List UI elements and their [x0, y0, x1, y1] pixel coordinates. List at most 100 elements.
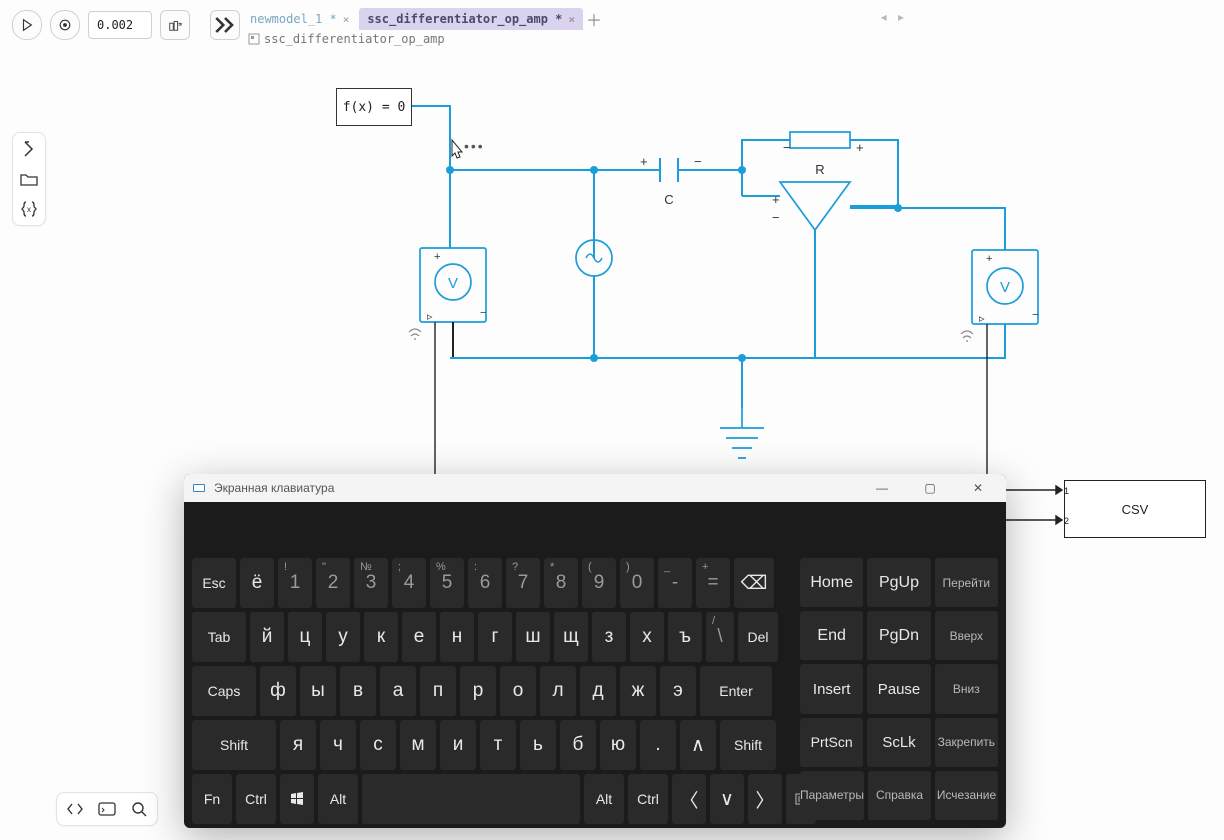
key-space[interactable]	[362, 774, 580, 824]
key-2[interactable]: "2	[316, 558, 350, 608]
run-button[interactable]	[12, 10, 42, 40]
record-button[interactable]	[50, 10, 80, 40]
key-home[interactable]: Home	[800, 558, 863, 607]
key-shift-right[interactable]: Shift	[720, 720, 776, 770]
key-win[interactable]	[280, 774, 314, 824]
key-5[interactable]: %5	[430, 558, 464, 608]
key-letter[interactable]: с	[360, 720, 396, 770]
key-letter[interactable]: й	[250, 612, 284, 662]
key-letter[interactable]: м	[400, 720, 436, 770]
key-letter[interactable]: ы	[300, 666, 336, 716]
key-up[interactable]: Вверх	[935, 611, 998, 660]
key-letter[interactable]: ц	[288, 612, 322, 662]
key-esc[interactable]: Esc	[192, 558, 236, 608]
key-tab[interactable]: Tab	[192, 612, 246, 662]
key-end[interactable]: End	[800, 611, 863, 660]
close-icon[interactable]: ×	[343, 13, 350, 26]
key-alt-left[interactable]: Alt	[318, 774, 358, 824]
key-up-arrow[interactable]: ∧	[680, 720, 716, 770]
key-letter[interactable]: е	[402, 612, 436, 662]
expand-toolbar-button[interactable]	[210, 10, 240, 40]
key-letter[interactable]: б	[560, 720, 596, 770]
key-prtscn[interactable]: PrtScn	[800, 718, 863, 767]
key-4[interactable]: ;4	[392, 558, 426, 608]
key-letter[interactable]: щ	[554, 612, 588, 662]
key-pgdn[interactable]: PgDn	[867, 611, 930, 660]
key-letter[interactable]: в	[340, 666, 376, 716]
key-fn[interactable]: Fn	[192, 774, 232, 824]
key-7[interactable]: ?7	[506, 558, 540, 608]
tab-scroll-indicator[interactable]: ◂ ▸	[881, 10, 908, 24]
minimize-button[interactable]: —	[862, 474, 902, 502]
key-insert[interactable]: Insert	[800, 664, 863, 713]
key-letter[interactable]: я	[280, 720, 316, 770]
key-0[interactable]: )0	[620, 558, 654, 608]
key-letter[interactable]: ь	[520, 720, 556, 770]
osk-titlebar[interactable]: Экранная клавиатура — ▢ ✕	[184, 474, 1006, 502]
library-button[interactable]	[160, 10, 190, 40]
key-sclk[interactable]: ScLk	[867, 718, 930, 767]
key-yo[interactable]: ё	[240, 558, 274, 608]
key-settings[interactable]: Параметры	[800, 771, 864, 820]
key-letter[interactable]: к	[364, 612, 398, 662]
key-letter[interactable]: п	[420, 666, 456, 716]
key-letter[interactable]: а	[380, 666, 416, 716]
key-letter[interactable]: т	[480, 720, 516, 770]
key-ctrl-left[interactable]: Ctrl	[236, 774, 276, 824]
add-tab-button[interactable]: ＋	[585, 10, 603, 28]
key-letter[interactable]: э	[660, 666, 696, 716]
tab-newmodel[interactable]: newmodel_1 * ×	[242, 8, 357, 30]
key-pause[interactable]: Pause	[867, 664, 930, 713]
csv-sink-block[interactable]: CSV	[1064, 480, 1206, 538]
key-alt-right[interactable]: Alt	[584, 774, 624, 824]
key-letter[interactable]: ч	[320, 720, 356, 770]
close-icon[interactable]: ×	[568, 13, 575, 26]
tab-label: newmodel_1 *	[250, 12, 337, 26]
solver-block[interactable]: f(x) = 0	[336, 88, 412, 126]
key-letter[interactable]: ю	[600, 720, 636, 770]
key-right-arrow[interactable]: 〉	[748, 774, 782, 824]
key-pin[interactable]: Закрепить	[935, 718, 998, 767]
key-letter[interactable]: и	[440, 720, 476, 770]
key-enter[interactable]: Enter	[700, 666, 772, 716]
key-minus[interactable]: _-	[658, 558, 692, 608]
key-letter[interactable]: у	[326, 612, 360, 662]
key-letter[interactable]: л	[540, 666, 576, 716]
key-8[interactable]: *8	[544, 558, 578, 608]
key-1[interactable]: !1	[278, 558, 312, 608]
key-caps[interactable]: Caps	[192, 666, 256, 716]
key-shift-left[interactable]: Shift	[192, 720, 276, 770]
key-backspace[interactable]: ⌫	[734, 558, 774, 608]
key-letter[interactable]: ж	[620, 666, 656, 716]
key-fade[interactable]: Исчезание	[935, 771, 998, 820]
key-9[interactable]: (9	[582, 558, 616, 608]
key-letter[interactable]: о	[500, 666, 536, 716]
key-6[interactable]: :6	[468, 558, 502, 608]
key-letter[interactable]: д	[580, 666, 616, 716]
close-button[interactable]: ✕	[958, 474, 998, 502]
key-down[interactable]: Вниз	[935, 664, 998, 713]
key-letter[interactable]: р	[460, 666, 496, 716]
step-time-input[interactable]: 0.002	[88, 11, 152, 39]
key-pgup[interactable]: PgUp	[867, 558, 930, 607]
key-letter[interactable]: ф	[260, 666, 296, 716]
tab-ssc-differentiator[interactable]: ssc_differentiator_op_amp * ×	[359, 8, 583, 30]
key-letter[interactable]: н	[440, 612, 474, 662]
key-left-arrow[interactable]: 〈	[672, 774, 706, 824]
key-period[interactable]: .	[640, 720, 676, 770]
key-equals[interactable]: +=	[696, 558, 730, 608]
key-3[interactable]: №3	[354, 558, 388, 608]
key-letter[interactable]: ъ	[668, 612, 702, 662]
key-letter[interactable]: г	[478, 612, 512, 662]
csv-port-2: 2	[1064, 516, 1069, 526]
key-letter[interactable]: х	[630, 612, 664, 662]
key-goto[interactable]: Перейти	[935, 558, 998, 607]
key-down-arrow[interactable]: ∨	[710, 774, 744, 824]
key-ctrl-right[interactable]: Ctrl	[628, 774, 668, 824]
key-letter[interactable]: ш	[516, 612, 550, 662]
key-help[interactable]: Справка	[868, 771, 931, 820]
key-backslash[interactable]: /\	[706, 612, 734, 662]
maximize-button[interactable]: ▢	[910, 474, 950, 502]
key-del[interactable]: Del	[738, 612, 778, 662]
key-letter[interactable]: з	[592, 612, 626, 662]
